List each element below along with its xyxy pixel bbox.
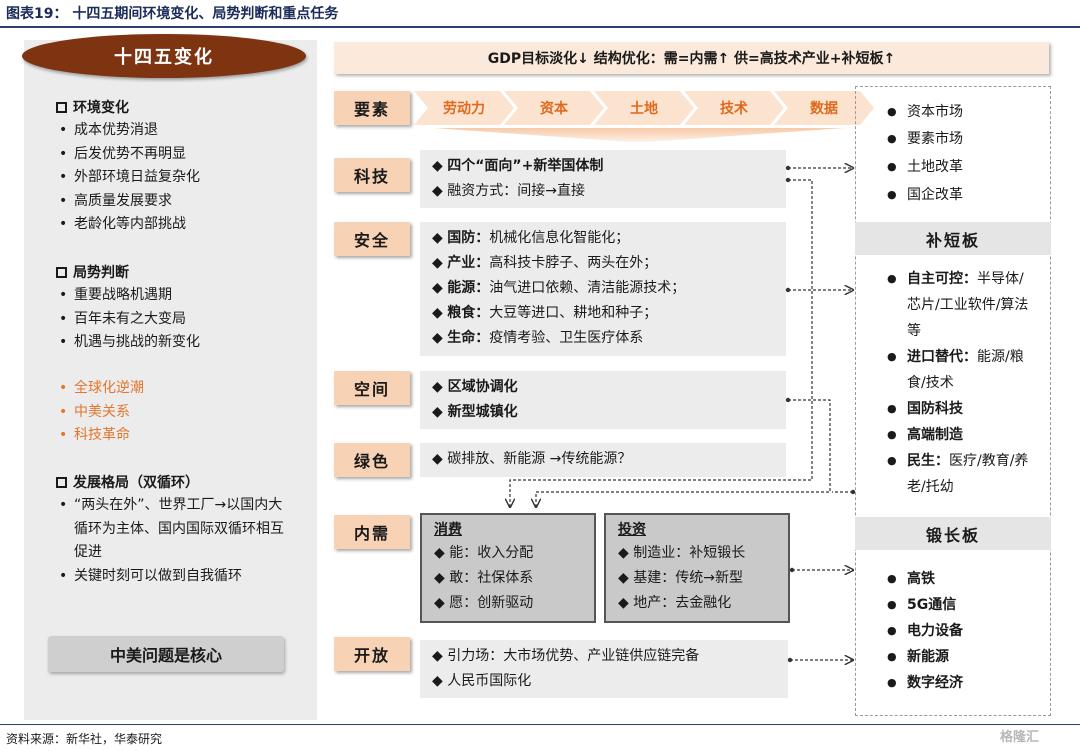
connector-dot (785, 397, 791, 403)
connector-lines (0, 0, 856, 751)
source-note: 资料来源：新华社，华泰研究 (6, 732, 163, 746)
connector-arrow (510, 179, 813, 507)
footer-divider (0, 724, 1080, 725)
connector-dot (787, 657, 793, 663)
connector-dot (785, 177, 791, 183)
connector-dot (850, 489, 856, 495)
watermark-logo: 格隆汇 (1000, 730, 1040, 745)
connector-dot (785, 165, 791, 171)
connector-dot (785, 287, 791, 293)
connector-dot (789, 567, 795, 573)
connector-arrow (536, 399, 831, 507)
